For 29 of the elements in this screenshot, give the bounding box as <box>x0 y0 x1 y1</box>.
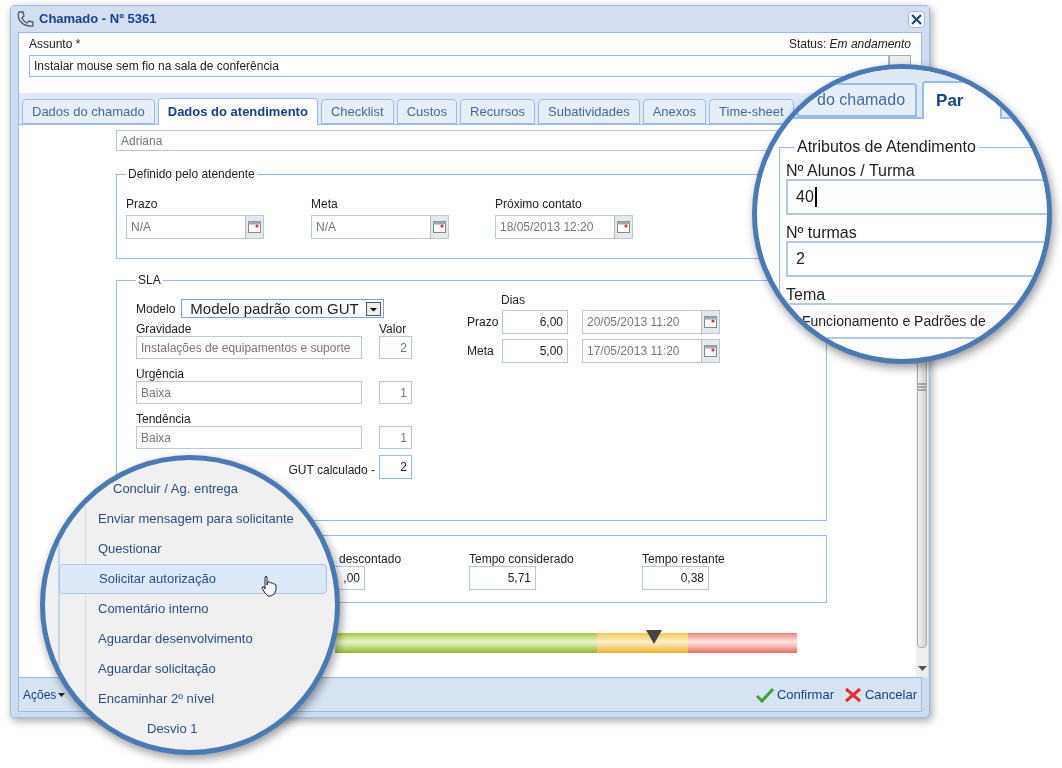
field-label: Urgência <box>136 366 185 379</box>
field-label: Meta <box>467 343 495 360</box>
field-label: Nº Alunos / Turma <box>786 161 916 179</box>
field-label: Tendência <box>136 411 191 424</box>
time-field: 5,71 <box>469 566 536 590</box>
field-label: Tempo restante <box>642 551 726 564</box>
days-header: Dias <box>501 292 526 305</box>
field-label: Nº turmas <box>786 223 858 241</box>
score-field: 1 <box>379 381 412 404</box>
field-label: Tema <box>786 285 827 303</box>
field-label: Gravidade <box>136 321 192 334</box>
field-label: Prazo <box>126 196 159 209</box>
window-title: Chamado - Nº 5361 <box>39 10 157 29</box>
field-label: Próximo contato <box>495 196 583 209</box>
gut-label: GUT calculado - <box>288 462 375 479</box>
field-label: Meta <box>311 196 339 209</box>
fieldset-legend: Definido pelo atendente <box>126 165 257 183</box>
time-field: 0,38 <box>642 566 709 590</box>
model-label: Modelo <box>136 301 176 318</box>
subject-label: Assunto * <box>29 36 81 53</box>
gut-field: 2 <box>379 455 412 479</box>
column-header: Valor <box>379 321 408 334</box>
status-text: Status: Em andamento <box>788 36 911 53</box>
field-label: Prazo <box>467 314 500 331</box>
score-field: 1 <box>379 426 412 449</box>
field-label: Tempo considerado <box>469 551 575 564</box>
field-label: descontado <box>339 551 403 564</box>
fieldset-legend: SLA <box>136 271 163 289</box>
score-field: 2 <box>379 336 412 359</box>
